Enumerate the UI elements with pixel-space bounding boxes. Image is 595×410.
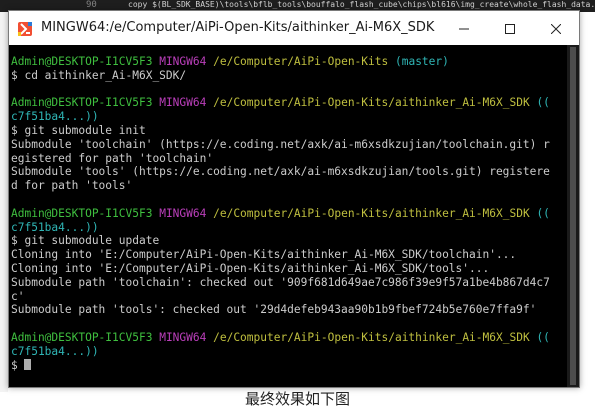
terminal-text-segment: $ git submodule update: [11, 234, 160, 248]
terminal-line: d for path 'tools': [11, 179, 550, 193]
terminal-line: Admin@DESKTOP-I1CV5F3 MINGW64 /e/Compute…: [11, 207, 550, 221]
scrollbar-thumb[interactable]: [570, 47, 576, 385]
terminal-line: $: [11, 358, 550, 373]
terminal-line: Submodule 'toolchain' (https://e.coding.…: [11, 138, 550, 152]
terminal-text-segment: (master): [394, 55, 449, 68]
terminal-output: Admin@DESKTOP-I1CV5F3 MINGW64 /e/Compute…: [11, 55, 550, 372]
close-icon: [550, 19, 562, 38]
terminal-cursor: [24, 358, 32, 370]
terminal-text-segment: $ cd aithinker_Ai-M6X_SDK/: [11, 68, 187, 82]
terminal-text-segment: c7f51ba4...)): [11, 220, 99, 234]
terminal-content[interactable]: Admin@DESKTOP-I1CV5F3 MINGW64 /e/Compute…: [9, 45, 567, 387]
terminal-line: Cloning into 'E:/Computer/AiPi-Open-Kits…: [11, 248, 550, 262]
terminal-text-segment: ((: [536, 96, 550, 110]
terminal-text-segment: Cloning into 'E:/Computer/AiPi-Open-Kits…: [11, 261, 490, 275]
minimize-button[interactable]: [441, 11, 487, 45]
terminal-line: $ cd aithinker_Ai-M6X_SDK/: [11, 69, 550, 83]
terminal-text-segment: Submodule 'toolchain' (https://e.coding.…: [11, 137, 550, 151]
terminal-line: $ git submodule init: [11, 124, 550, 138]
mingw-git-icon: [17, 21, 33, 37]
terminal-scrollbar[interactable]: [567, 45, 579, 387]
terminal-text-segment: /e/Computer/AiPi-Open-Kits/aithinker_Ai-…: [213, 96, 530, 110]
terminal-line: Admin@DESKTOP-I1CV5F3 MINGW64 /e/Compute…: [11, 55, 550, 69]
editor-code-line: copy $(BL_SDK_BASE)\tools\bflb_tools\bou…: [128, 0, 595, 9]
terminal-line: egistered for path 'toolchain': [11, 152, 550, 166]
window-title: MINGW64:/e/Computer/AiPi-Open-Kits/aithi…: [41, 20, 435, 35]
terminal-text-segment: MINGW64: [159, 96, 207, 110]
terminal-text-segment: Admin@DESKTOP-I1CV5F3: [11, 96, 153, 110]
close-button[interactable]: [533, 11, 579, 45]
terminal-text-segment: Admin@DESKTOP-I1CV5F3: [11, 55, 153, 68]
terminal-text-segment: Admin@DESKTOP-I1CV5F3: [11, 330, 153, 344]
terminal-line: c7f51ba4...)): [11, 221, 550, 235]
maximize-button[interactable]: [487, 11, 533, 45]
terminal-text-segment: Admin@DESKTOP-I1CV5F3: [11, 206, 153, 220]
terminal-line: Admin@DESKTOP-I1CV5F3 MINGW64 /e/Compute…: [11, 331, 550, 345]
terminal-line: Submodule path 'tools': checked out '29d…: [11, 303, 550, 317]
terminal-text-segment: d for path 'tools': [11, 179, 133, 193]
terminal-text-segment: MINGW64: [159, 330, 207, 344]
terminal-text-segment: ((: [536, 206, 550, 220]
editor-line-number: 90: [86, 0, 97, 10]
minimize-icon: [459, 19, 469, 38]
terminal-line: Submodule 'tools' (https://e.coding.net/…: [11, 165, 550, 179]
terminal-line: Cloning into 'E:/Computer/AiPi-Open-Kits…: [11, 262, 550, 276]
background-editor-edge: [0, 12, 8, 392]
terminal-text-segment: MINGW64: [159, 55, 207, 68]
terminal-text-segment: Submodule 'tools' (https://e.coding.net/…: [11, 165, 550, 179]
terminal-text-segment: MINGW64: [159, 206, 207, 220]
terminal-line: c7f51ba4...)): [11, 110, 550, 124]
terminal-line: c': [11, 290, 550, 304]
terminal-text-segment: Submodule path 'tools': checked out '29d…: [11, 303, 537, 317]
terminal-text-segment: $: [11, 358, 25, 372]
figure-caption: 最终效果如下图: [244, 390, 350, 408]
terminal-text-segment: $ git submodule init: [11, 123, 146, 137]
terminal-line: Admin@DESKTOP-I1CV5F3 MINGW64 /e/Compute…: [11, 96, 550, 110]
terminal-text-segment: /e/Computer/AiPi-Open-Kits/aithinker_Ai-…: [213, 330, 530, 344]
maximize-icon: [505, 19, 515, 38]
terminal-text-segment: c': [11, 289, 25, 303]
terminal-text-segment: c7f51ba4...)): [11, 344, 99, 358]
terminal-text-segment: egistered for path 'toolchain': [11, 151, 214, 165]
terminal-window: MINGW64:/e/Computer/AiPi-Open-Kits/aithi…: [8, 10, 580, 388]
terminal-line: $ git submodule update: [11, 234, 550, 248]
terminal-text-segment: ((: [536, 330, 550, 344]
terminal-text-segment: Cloning into 'E:/Computer/AiPi-Open-Kits…: [11, 248, 517, 262]
terminal-text-segment: /e/Computer/AiPi-Open-Kits: [213, 55, 389, 68]
terminal-line: Submodule path 'toolchain': checked out …: [11, 276, 550, 290]
terminal-text-segment: Submodule path 'toolchain': checked out …: [11, 275, 550, 289]
terminal-text-segment: c7f51ba4...)): [11, 110, 99, 124]
terminal-text-segment: /e/Computer/AiPi-Open-Kits/aithinker_Ai-…: [213, 206, 530, 220]
window-titlebar[interactable]: MINGW64:/e/Computer/AiPi-Open-Kits/aithi…: [9, 11, 579, 45]
terminal-line: c7f51ba4...)): [11, 345, 550, 359]
